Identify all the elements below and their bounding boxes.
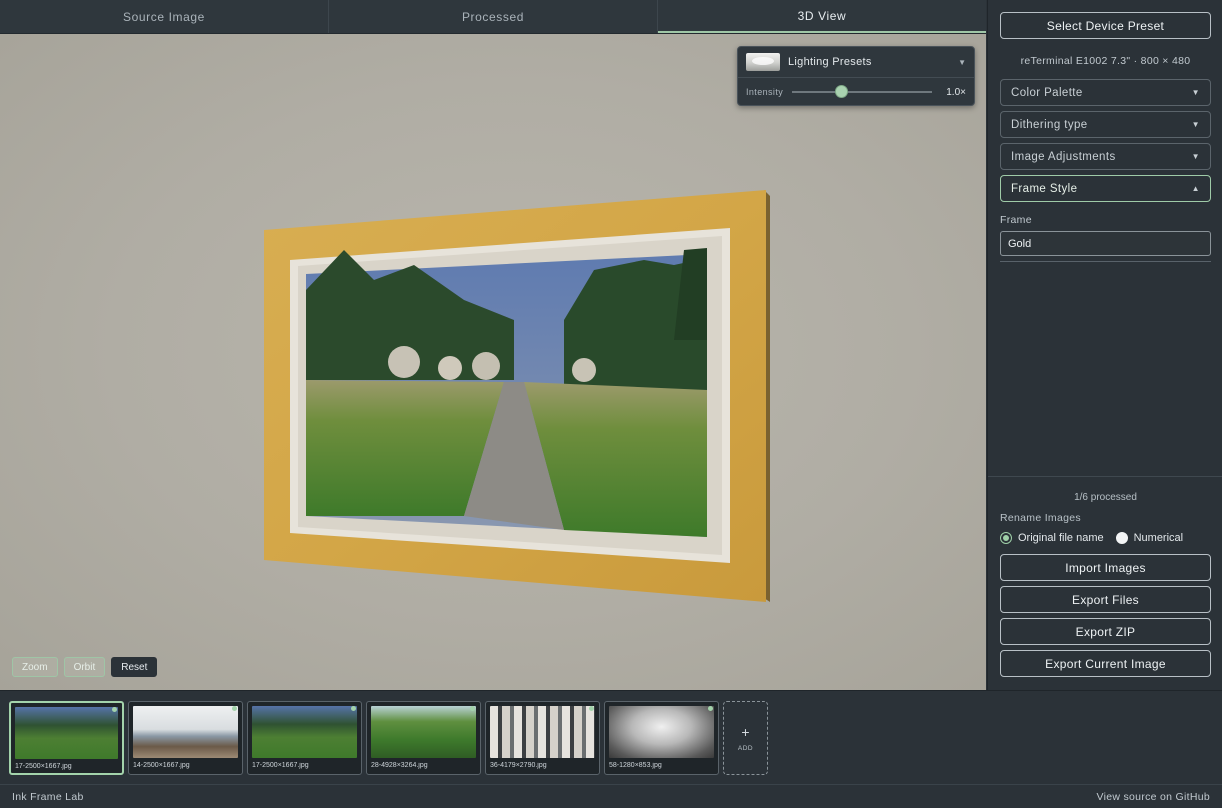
frame-render [264, 190, 770, 602]
export-zip-button[interactable]: Export ZIP [1000, 618, 1211, 645]
thumbnail-image [490, 706, 595, 758]
zoom-button[interactable]: Zoom [12, 657, 58, 677]
lighting-preview-thumbnail [746, 53, 780, 71]
lighting-presets-label: Lighting Presets [788, 56, 872, 68]
settings-sidebar: Select Device Preset reTerminal E1002 7.… [987, 0, 1222, 690]
intensity-value: 1.0× [946, 86, 966, 98]
frame-style-dropdown[interactable]: Frame Style ▲ [1000, 175, 1211, 202]
radio-original-file-name[interactable] [1000, 532, 1012, 544]
frame-style-label: Frame Style [1011, 182, 1078, 195]
thumbnail-image [371, 706, 476, 758]
3d-viewport[interactable]: Lighting Presets ▼ Intensity 1.0× Zoom O… [0, 34, 986, 690]
thumbnail-caption: 14-2500×1667.jpg [133, 762, 190, 769]
device-info: reTerminal E1002 7.3" · 800 × 480 [1020, 55, 1191, 67]
color-palette-label: Color Palette [1011, 86, 1083, 99]
divider [988, 476, 1222, 477]
chevron-up-icon: ▲ [1191, 184, 1200, 193]
tab-3d-view[interactable]: 3D View [658, 0, 986, 33]
thumbnail-item[interactable]: 36-4179×2790.jpg [485, 701, 600, 775]
app-name: Ink Frame Lab [12, 790, 84, 803]
color-palette-dropdown[interactable]: Color Palette ▼ [1000, 79, 1211, 106]
status-dot [351, 706, 356, 711]
lighting-presets-dropdown[interactable]: Lighting Presets ▼ [738, 47, 974, 78]
image-adjustments-label: Image Adjustments [1011, 150, 1116, 163]
thumbnail-image [609, 706, 714, 758]
status-dot [708, 706, 713, 711]
thumbnail-caption: 36-4179×2790.jpg [490, 762, 547, 769]
export-current-image-button[interactable]: Export Current Image [1000, 650, 1211, 677]
intensity-slider-handle[interactable] [835, 85, 848, 98]
app-window: Source Image Processed 3D View Lighting … [0, 0, 1222, 808]
dithering-type-dropdown[interactable]: Dithering type ▼ [1000, 111, 1211, 138]
view-controls: Zoom Orbit Reset [12, 657, 158, 677]
tab-source-image[interactable]: Source Image [0, 0, 329, 33]
orbit-button[interactable]: Orbit [63, 657, 106, 677]
chevron-down-icon: ▼ [1191, 88, 1200, 97]
radio-numerical[interactable] [1115, 532, 1128, 544]
thumbnail-item[interactable]: 28-4928×3264.jpg [366, 701, 481, 775]
chevron-down-icon: ▼ [1191, 152, 1200, 161]
status-dot [589, 706, 594, 711]
frame-field-label: Frame [1000, 214, 1032, 226]
status-dot [470, 706, 475, 711]
radio-numerical-label: Numerical [1133, 532, 1184, 544]
dithering-type-label: Dithering type [1011, 118, 1088, 131]
processed-status: 1/6 processed [1074, 492, 1137, 503]
thumbnail-strip: 17-2500×1667.jpg 14-2500×1667.jpg 17-250… [0, 690, 1222, 784]
intensity-label: Intensity [746, 87, 784, 97]
rename-images-label: Rename Images [1000, 512, 1081, 524]
thumbnail-caption: 58-1280×853.jpg [609, 762, 662, 769]
thumbnail-image [15, 707, 118, 759]
select-device-preset-button[interactable]: Select Device Preset [1000, 12, 1211, 39]
thumbnail-item[interactable]: 14-2500×1667.jpg [128, 701, 243, 775]
thumbnail-image [133, 706, 238, 758]
thumbnail-item[interactable]: 58-1280×853.jpg [604, 701, 719, 775]
thumbnail-caption: 17-2500×1667.jpg [252, 762, 309, 769]
rename-options: Original file name Numerical [1000, 532, 1183, 544]
github-link[interactable]: View source on GitHub [1097, 791, 1211, 803]
view-tabs: Source Image Processed 3D View [0, 0, 986, 34]
chevron-down-icon: ▼ [958, 57, 966, 67]
chevron-down-icon: ▼ [1191, 120, 1200, 129]
plus-icon: + [741, 723, 750, 740]
import-images-button[interactable]: Import Images [1000, 554, 1211, 581]
thumbnail-item[interactable]: 17-2500×1667.jpg [247, 701, 362, 775]
thumbnail-caption: 17-2500×1667.jpg [15, 763, 72, 770]
export-files-button[interactable]: Export Files [1000, 586, 1211, 613]
thumbnail-image [252, 706, 357, 758]
thumbnail-item[interactable]: 17-2500×1667.jpg [9, 701, 124, 775]
add-image-button[interactable]: + ADD [723, 701, 768, 775]
intensity-slider[interactable] [792, 85, 932, 98]
intensity-row: Intensity 1.0× [738, 78, 974, 106]
thumbnail-caption: 28-4928×3264.jpg [371, 762, 428, 769]
status-dot [232, 706, 237, 711]
framed-image-3d [264, 190, 770, 602]
status-dot [112, 707, 117, 712]
footer: Ink Frame Lab View source on GitHub [0, 784, 1222, 808]
radio-original-file-name-label: Original file name [1018, 532, 1104, 544]
divider [1000, 261, 1211, 262]
image-adjustments-dropdown[interactable]: Image Adjustments ▼ [1000, 143, 1211, 170]
tab-processed[interactable]: Processed [329, 0, 658, 33]
add-label: ADD [737, 744, 754, 752]
frame-select[interactable]: Gold [1000, 231, 1211, 256]
reset-button[interactable]: Reset [111, 657, 158, 677]
lighting-panel: Lighting Presets ▼ Intensity 1.0× [737, 46, 975, 106]
